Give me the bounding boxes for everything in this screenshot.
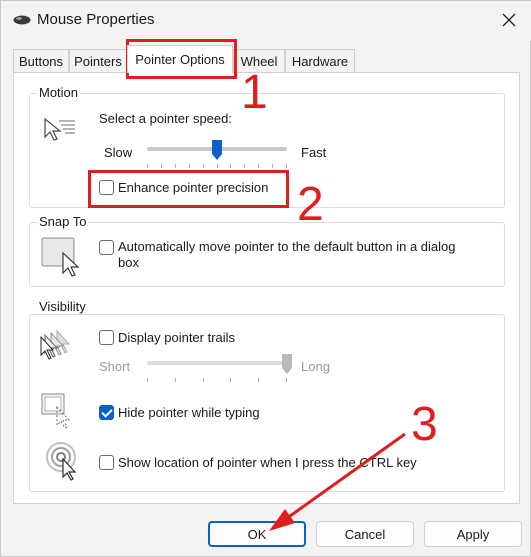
mouse-properties-dialog: Mouse Properties Buttons Pointers Pointe… — [0, 0, 531, 557]
tab-label: Pointer Options — [135, 52, 225, 67]
annotation-arrow — [269, 432, 406, 531]
tab-pointer-options[interactable]: Pointer Options — [127, 45, 233, 73]
